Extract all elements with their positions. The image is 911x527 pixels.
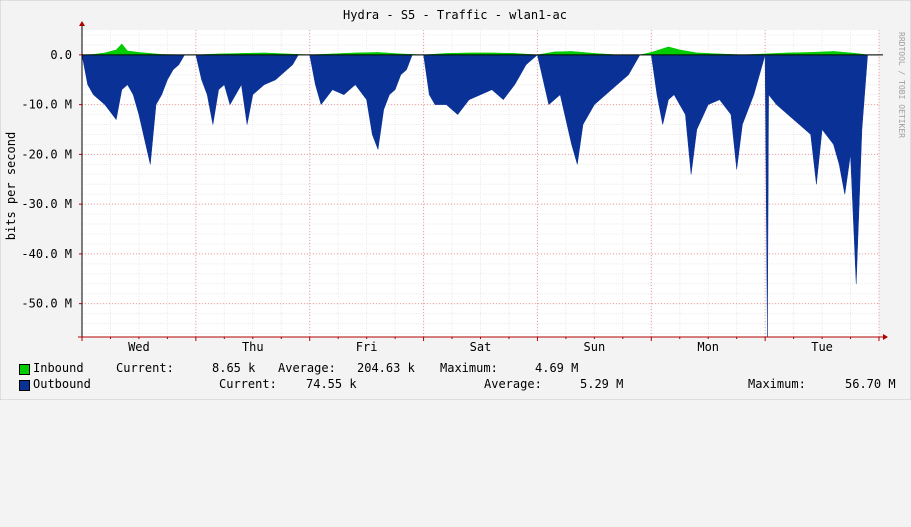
y-tick-label: -20.0 M bbox=[21, 147, 72, 161]
y-axis-label: bits per second bbox=[4, 132, 18, 240]
outbound-current-value: 74.55 k bbox=[306, 377, 357, 391]
outbound-average-label: Average: bbox=[484, 377, 542, 391]
legend-row-inbound: Inbound Current: 8.65 k Average: 204.63 … bbox=[0, 361, 911, 376]
y-tick-label: -30.0 M bbox=[21, 197, 72, 211]
outbound-current-label: Current: bbox=[219, 377, 277, 391]
inbound-maximum-label: Maximum: bbox=[440, 361, 498, 375]
x-tick-label: Mon bbox=[697, 340, 719, 354]
x-tick-label: Sat bbox=[470, 340, 492, 354]
inbound-current-value: 8.65 k bbox=[212, 361, 256, 375]
outbound-maximum-label: Maximum: bbox=[748, 377, 806, 391]
outbound-average-value: 5.29 M bbox=[580, 377, 624, 391]
inbound-average-label: Average: bbox=[278, 361, 336, 375]
legend-row-outbound: Outbound Current: 74.55 k Average: 5.29 … bbox=[0, 377, 911, 392]
outbound-swatch bbox=[19, 380, 30, 391]
y-tick-label: -50.0 M bbox=[21, 297, 72, 311]
y-tick-label: -10.0 M bbox=[21, 98, 72, 112]
outbound-name: Outbound bbox=[33, 377, 91, 391]
y-tick-label: -40.0 M bbox=[21, 247, 72, 261]
x-tick-label: Wed bbox=[128, 340, 150, 354]
x-tick-label: Sun bbox=[584, 340, 606, 354]
inbound-average-value: 204.63 k bbox=[357, 361, 415, 375]
inbound-name: Inbound bbox=[33, 361, 84, 375]
x-tick-label: Fri bbox=[356, 340, 378, 354]
y-tick-label: 0.0 bbox=[50, 48, 72, 62]
inbound-swatch bbox=[19, 364, 30, 375]
x-tick-label: Thu bbox=[242, 340, 264, 354]
inbound-maximum-value: 4.69 M bbox=[535, 361, 579, 375]
chart-title: Hydra - S5 - Traffic - wlan1-ac bbox=[343, 8, 567, 22]
rrd-graph: Hydra - S5 - Traffic - wlan1-ac 0.0 -10.0… bbox=[0, 0, 911, 400]
x-tick-label: Tue bbox=[811, 340, 833, 354]
rrdtool-watermark: RRDTOOL / TOBI OETIKER bbox=[897, 32, 906, 138]
outbound-maximum-value: 56.70 M bbox=[845, 377, 896, 391]
traffic-chart: Hydra - S5 - Traffic - wlan1-ac 0.0 -10.0… bbox=[0, 0, 911, 400]
inbound-current-label: Current: bbox=[116, 361, 174, 375]
